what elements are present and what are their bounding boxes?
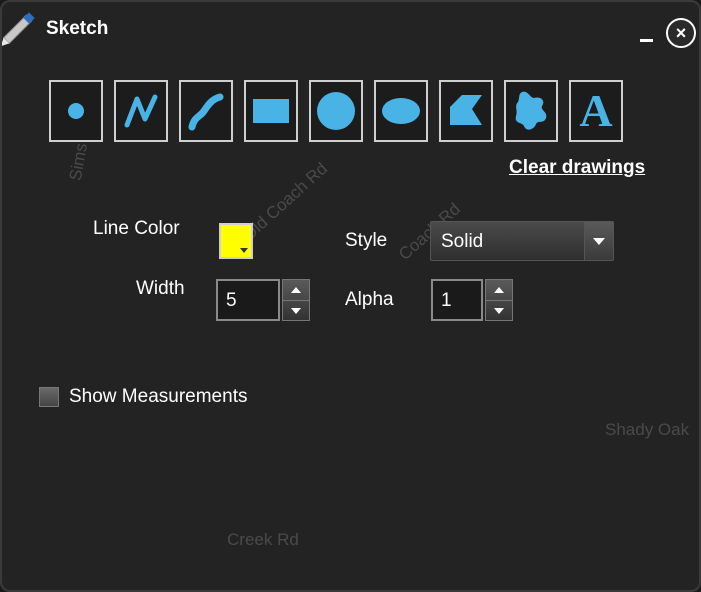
map-label: Shady Oak [605,420,690,439]
map-label: Sims [65,141,92,183]
ellipse-tool[interactable] [374,80,428,142]
clear-drawings-link[interactable]: Clear drawings [509,157,645,179]
alpha-decrement-button[interactable] [486,301,512,321]
rectangle-icon [253,99,289,123]
window-title: Sketch [46,18,109,39]
rectangle-tool[interactable] [244,80,298,142]
polyline-tool[interactable] [114,80,168,142]
line-color-label: Line Color [93,218,180,239]
text-icon: A [579,85,613,136]
width-stepper-buttons [282,279,310,321]
tool-bar: A [49,80,623,142]
polyline-icon [124,94,158,128]
pencil-icon [2,12,35,47]
close-button[interactable]: × [666,18,696,48]
point-tool[interactable] [49,80,103,142]
alpha-stepper-buttons [485,279,513,321]
sketch-panel: Old Coach Rd Coach Rd Shady Oak Creek Rd… [0,0,701,592]
freehand-polygon-icon [515,91,547,130]
map-label: Creek Rd [227,530,299,549]
width-label: Width [136,278,185,299]
chevron-down-icon[interactable] [584,222,613,260]
circle-icon [317,92,355,130]
line-color-swatch[interactable] [219,223,253,259]
show-measurements-checkbox[interactable] [39,387,59,407]
alpha-label: Alpha [345,289,394,310]
polygon-icon [450,95,482,125]
width-increment-button[interactable] [283,280,309,301]
width-stepper: 5 [216,279,312,321]
circle-tool[interactable] [309,80,363,142]
show-measurements-label[interactable]: Show Measurements [69,386,247,408]
alpha-increment-button[interactable] [486,280,512,301]
ellipse-icon [382,98,420,124]
close-icon: × [675,22,687,43]
point-icon [68,103,84,119]
text-tool[interactable]: A [569,80,623,142]
freehand-polygon-tool[interactable] [504,80,558,142]
style-label: Style [345,230,388,251]
style-select-value: Solid [441,231,484,252]
width-decrement-button[interactable] [283,301,309,321]
freehand-tool[interactable] [179,80,233,142]
minimize-button[interactable] [638,30,656,44]
polygon-tool[interactable] [439,80,493,142]
alpha-stepper: 1 [431,279,515,321]
alpha-input[interactable]: 1 [431,279,483,321]
style-select[interactable]: Solid [430,221,614,261]
freehand-icon [188,93,224,131]
width-input[interactable]: 5 [216,279,280,321]
